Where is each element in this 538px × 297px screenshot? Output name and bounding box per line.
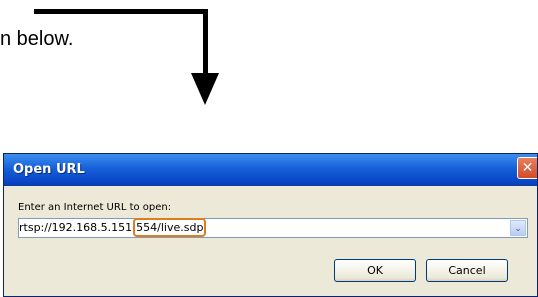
instruction-text: n below.: [0, 28, 74, 50]
url-prompt-label: Enter an Internet URL to open:: [18, 202, 172, 213]
close-icon: ✕: [521, 160, 534, 176]
close-button[interactable]: ✕: [517, 157, 537, 179]
dialog-titlebar[interactable]: Open URL ✕: [4, 154, 537, 186]
arrow-vertical-segment: [203, 9, 208, 74]
open-url-dialog: Open URL ✕ Enter an Internet URL to open…: [3, 153, 538, 297]
cancel-button[interactable]: Cancel: [426, 259, 508, 282]
url-input-value[interactable]: rtsp://192.168.5.151 554/live.sdp: [19, 218, 207, 237]
url-combobox[interactable]: rtsp://192.168.5.151 554/live.sdp ⌄: [18, 218, 528, 238]
dialog-title: Open URL: [13, 162, 85, 177]
url-prefix-text: rtsp://192.168.5.151: [19, 221, 133, 234]
ok-button[interactable]: OK: [334, 259, 416, 282]
dropdown-button[interactable]: ⌄: [510, 220, 526, 236]
arrow-head-icon: [191, 73, 219, 105]
arrow-horizontal-segment: [34, 9, 208, 14]
chevron-down-icon: ⌄: [514, 223, 522, 233]
url-port-path-highlight: 554/live.sdp: [133, 218, 207, 237]
